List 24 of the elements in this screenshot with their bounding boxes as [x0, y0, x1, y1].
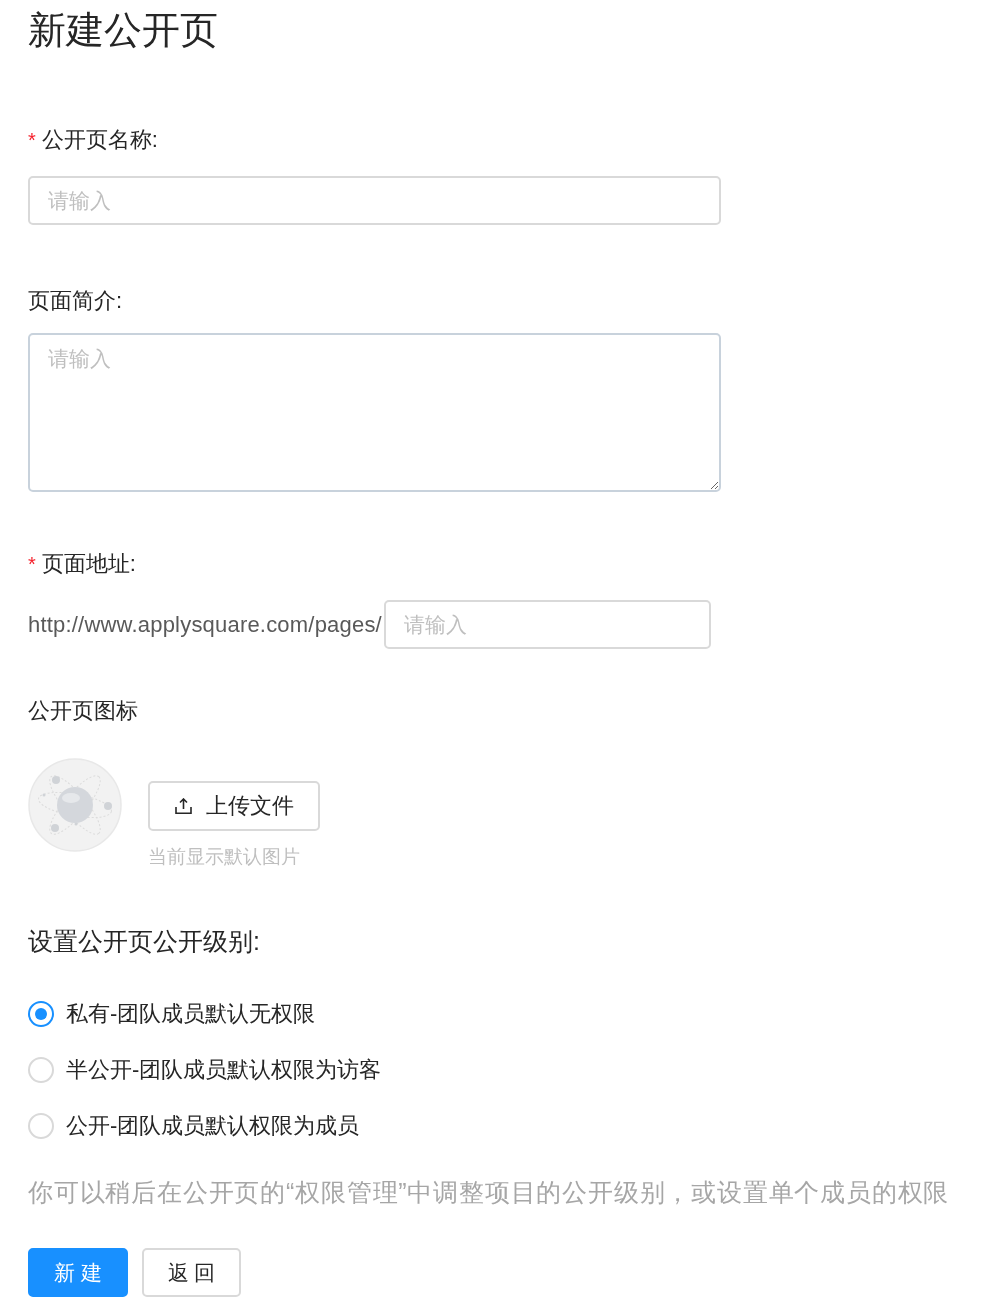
radio-icon[interactable]: [28, 1057, 54, 1083]
field-label: 公开页名称:: [41, 126, 158, 154]
hint-text: 当前显示默认图片: [148, 845, 300, 869]
back-button[interactable]: 返 回: [142, 1248, 241, 1297]
section-label: 公开页图标: [28, 697, 138, 725]
required-mark: *: [28, 552, 36, 577]
radio-selected-icon[interactable]: [28, 1001, 54, 1027]
atom-icon: [28, 758, 122, 852]
radio-icon[interactable]: [28, 1113, 54, 1139]
upload-button[interactable]: 上传文件: [148, 781, 320, 831]
note-text: 你可以稍后在公开页的“权限管理”中调整项目的公开级别，或设置单个成员的权限: [28, 1177, 950, 1208]
text-input-field[interactable]: 请输入: [28, 176, 721, 225]
section-heading: 设置公开页公开级别:: [28, 926, 260, 957]
radio-option-label[interactable]: 半公开-团队成员默认权限为访客: [66, 1054, 382, 1086]
url-prefix: http://www.applysquare.com/pages/: [28, 611, 382, 639]
textarea-field[interactable]: 请输入: [28, 333, 721, 492]
upload-icon: [174, 798, 192, 814]
field-label: 页面简介:: [28, 287, 123, 315]
field-label: 页面地址:: [41, 550, 136, 578]
radio-option-label[interactable]: 公开-团队成员默认权限为成员: [66, 1110, 360, 1142]
page-title: 新建公开页: [28, 8, 218, 53]
radio-option-label[interactable]: 私有-团队成员默认无权限: [66, 998, 316, 1030]
url-input-field[interactable]: 请输入: [383, 600, 711, 649]
required-mark: *: [28, 128, 36, 153]
